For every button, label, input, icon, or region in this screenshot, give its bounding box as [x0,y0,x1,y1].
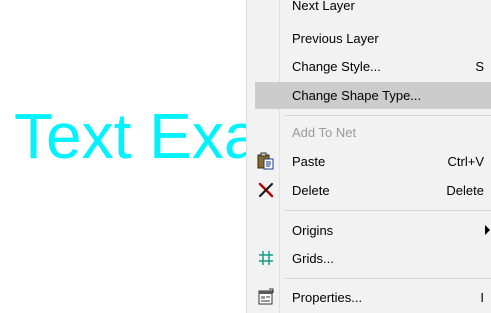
menu-item-label: Grids... [292,251,334,266]
menu-separator [285,210,491,211]
menu-item-label: Properties... [292,290,363,305]
menu-item-label: Next Layer [292,0,355,13]
menu-item-label: Previous Layer [292,31,379,46]
menu-item-origins[interactable]: Origins [247,217,491,244]
menu-item-previous-layer[interactable]: Previous Layer [247,25,491,52]
menu-item-grids[interactable]: Grids... [247,245,491,272]
menu-item-properties[interactable]: Properties... I [247,284,491,311]
paste-icon [257,152,275,170]
menu-item-shortcut: Ctrl+V [447,154,484,169]
menu-item-label: Add To Net [292,125,357,140]
menu-item-add-to-net: Add To Net [247,119,491,146]
menu-item-shortcut: S [475,59,484,74]
menu-item-paste[interactable]: Paste Ctrl+V [247,148,491,175]
properties-icon [257,288,275,306]
menu-separator [285,115,491,116]
menu-item-delete[interactable]: Delete Delete [247,177,491,204]
menu-item-label: Origins [292,223,334,238]
menu-item-label: Paste [292,154,326,169]
menu-item-label: Change Style... [292,59,381,74]
grid-icon [257,249,275,267]
delete-icon [257,181,275,199]
menu-separator [285,278,491,279]
menu-item-shortcut: I [480,290,484,305]
menu-item-next-layer[interactable]: Next Layer [247,0,491,19]
submenu-arrow-icon [485,225,490,235]
menu-item-label: Change Shape Type... [292,88,422,103]
menu-item-change-shape-type[interactable]: Change Shape Type... [255,82,491,109]
menu-item-label: Delete [292,183,330,198]
canvas-text-object[interactable]: Text Exa [14,104,259,168]
menu-item-change-style[interactable]: Change Style... S [247,53,491,80]
menu-item-shortcut: Delete [446,183,484,198]
context-menu: Next Layer Previous Layer Change Style..… [246,0,491,313]
